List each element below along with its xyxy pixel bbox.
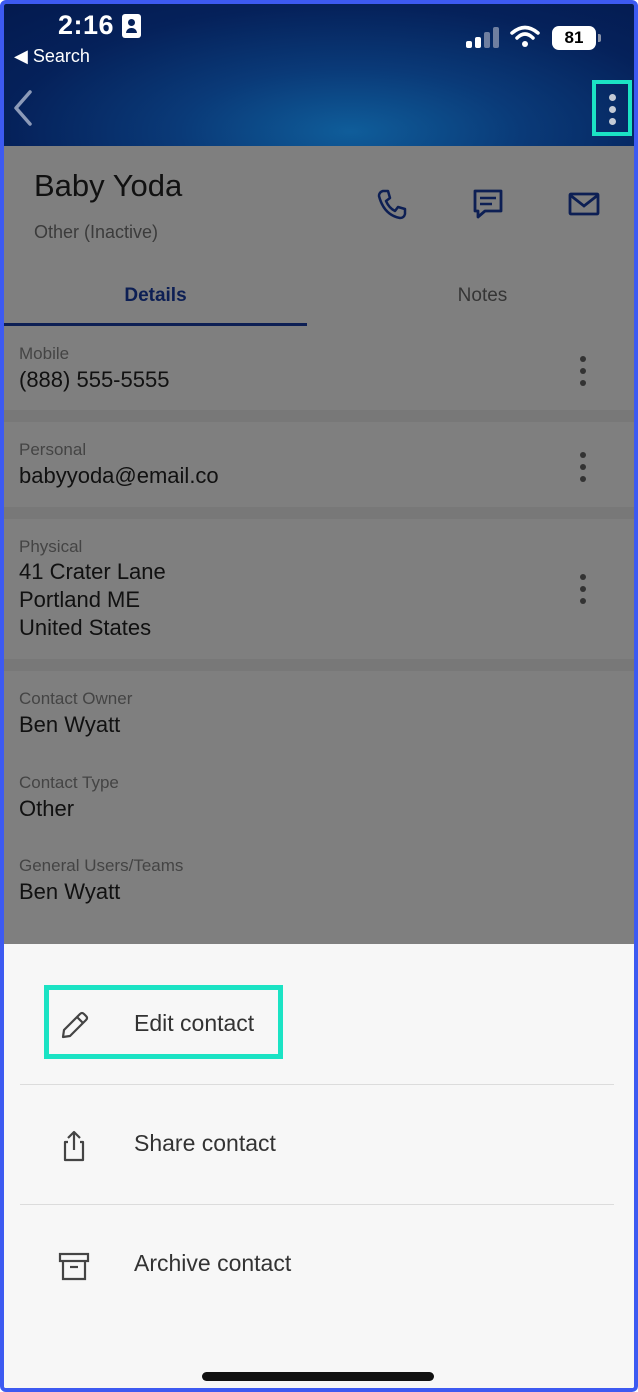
status-time: 2:16 xyxy=(58,10,115,40)
more-vertical-icon xyxy=(609,94,616,101)
divider xyxy=(20,1204,614,1205)
phone-screen: 2:16 ◀ Search 81 Baby Yoda Other (Inacti… xyxy=(0,0,638,1392)
battery-indicator: 81 xyxy=(552,26,601,50)
archive-contact-item[interactable]: Archive contact xyxy=(20,1206,614,1326)
back-chevron-icon[interactable] xyxy=(8,88,38,128)
highlight-edit-contact xyxy=(44,985,283,1059)
share-icon xyxy=(63,1130,85,1162)
dim-overlay[interactable] xyxy=(4,146,634,946)
home-indicator[interactable] xyxy=(202,1372,434,1381)
archive-icon xyxy=(58,1252,90,1281)
back-to-search-link[interactable]: ◀ Search xyxy=(14,46,90,67)
action-sheet: Edit contact Share contact Archive conta… xyxy=(4,944,634,1388)
wifi-icon xyxy=(510,25,540,47)
share-contact-item[interactable]: Share contact xyxy=(20,1086,614,1206)
more-options-button[interactable] xyxy=(592,80,632,136)
divider xyxy=(20,1084,614,1085)
app-header: 2:16 ◀ Search 81 xyxy=(4,4,634,146)
archive-contact-label: Archive contact xyxy=(134,1250,292,1276)
contact-card-icon xyxy=(122,14,141,38)
cellular-signal-icon xyxy=(466,26,500,48)
share-contact-label: Share contact xyxy=(134,1130,276,1156)
